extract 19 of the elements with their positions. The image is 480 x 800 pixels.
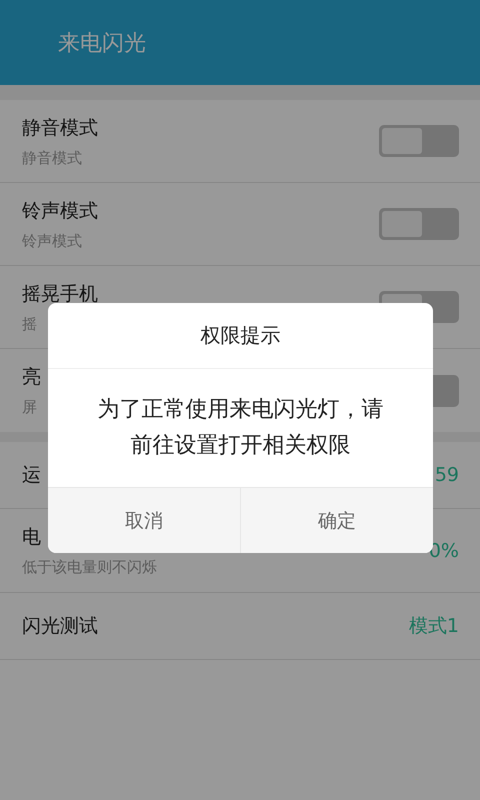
setting-subtitle: 低于该电量则不闪烁 xyxy=(22,558,157,577)
dialog-title: 权限提示 xyxy=(48,303,433,369)
cancel-button[interactable]: 取消 xyxy=(48,488,240,553)
setting-value: 59 xyxy=(434,464,459,486)
app-title: 来电闪光 xyxy=(58,30,146,58)
setting-subtitle: 屏 xyxy=(22,398,38,417)
setting-subtitle: 静音模式 xyxy=(22,148,83,168)
setting-title: 静音模式 xyxy=(22,116,98,140)
dialog-message: 为了正常使用来电闪光灯，请前往设置打开相关权限 xyxy=(98,396,384,460)
setting-value: 模式1 xyxy=(408,614,459,639)
toggle-switch[interactable] xyxy=(379,125,459,157)
setting-title: 运 xyxy=(22,463,41,488)
toggle-switch[interactable] xyxy=(379,208,459,240)
setting-subtitle: 摇 xyxy=(22,314,38,334)
setting-title: 亮 xyxy=(22,365,41,390)
setting-subtitle: 铃声模式 xyxy=(22,232,83,250)
setting-title: 闪光测试 xyxy=(22,614,98,639)
setting-title: 电 xyxy=(22,525,42,550)
setting-title: 铃声模式 xyxy=(22,198,98,224)
